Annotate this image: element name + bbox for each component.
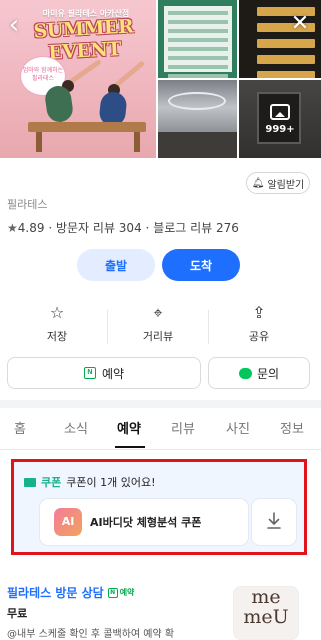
coupon-download-button[interactable] bbox=[252, 499, 296, 545]
photo-gallery[interactable]: 마미유 필라테스 아카산점 SUMMER EVENT 엄마와 함께하는 필라테스… bbox=[0, 0, 321, 158]
price-sheet bbox=[164, 6, 232, 78]
coupon-name: AI바디닷 체형분석 쿠폰 bbox=[90, 516, 202, 529]
back-chevron-icon[interactable]: ‹ bbox=[2, 12, 26, 38]
download-icon bbox=[267, 512, 281, 529]
gallery-photo-lobby[interactable] bbox=[158, 80, 237, 158]
rating-value: 4.89 bbox=[17, 221, 45, 235]
tab-bar: 홈 소식 예약 리뷰 사진 정보 bbox=[0, 410, 321, 450]
naver-reserve-icon: N bbox=[107, 587, 118, 598]
action-divider bbox=[107, 310, 108, 344]
coupon-card[interactable]: AI AI바디닷 체형분석 쿠폰 bbox=[40, 499, 248, 545]
reserve-button[interactable]: N 예약 bbox=[7, 357, 201, 389]
share-icon: ⇪ bbox=[252, 303, 266, 322]
reformer-legs bbox=[36, 132, 140, 152]
coupon-icon bbox=[24, 477, 36, 487]
product-thumbnail[interactable]: me meU bbox=[233, 586, 299, 640]
star-outline-icon: ☆ bbox=[49, 303, 65, 322]
bell-icon: 🔔︎ bbox=[251, 177, 265, 189]
share-label: 공유 bbox=[248, 330, 270, 343]
reserve-badge-label: 예약 bbox=[119, 588, 135, 597]
share-button[interactable]: ⇪ 공유 bbox=[209, 302, 309, 350]
brand-logo-line2: meU bbox=[243, 606, 289, 628]
route-start-button[interactable]: 출발 bbox=[77, 249, 155, 281]
brand-logo-line1: me bbox=[251, 586, 281, 608]
route-arrive-button[interactable]: 도착 bbox=[162, 249, 240, 281]
inquiry-button[interactable]: 문의 bbox=[208, 357, 310, 389]
place-category: 필라테스 bbox=[7, 198, 48, 211]
street-view-button[interactable]: ⌖ 거리뷰 bbox=[108, 302, 208, 350]
ai-body-logo: AI bbox=[54, 508, 82, 536]
inquiry-label: 문의 bbox=[256, 366, 280, 381]
notify-button[interactable]: 🔔︎ 알림받기 bbox=[246, 172, 310, 194]
notify-label: 알림받기 bbox=[267, 179, 305, 191]
action-divider bbox=[208, 310, 209, 344]
product-price: 무료 bbox=[7, 607, 28, 620]
coupon-headline: 쿠폰이 1개 있어요! bbox=[66, 476, 156, 489]
section-divider bbox=[0, 400, 321, 408]
stats-separator: · bbox=[145, 221, 150, 235]
floor bbox=[158, 132, 237, 158]
tab-info[interactable]: 정보 bbox=[280, 418, 304, 437]
reformer-bed bbox=[28, 122, 146, 132]
street-view-label: 거리뷰 bbox=[142, 330, 174, 343]
save-label: 저장 bbox=[46, 330, 68, 343]
active-tab-indicator bbox=[115, 446, 145, 448]
naver-reserve-icon: N bbox=[83, 367, 96, 379]
stats-separator: · bbox=[48, 221, 53, 235]
blog-reviews-link[interactable]: 블로그 리뷰 276 bbox=[153, 221, 239, 235]
visitor-reviews-link[interactable]: 방문자 리뷰 304 bbox=[56, 221, 142, 235]
star-icon: ★ bbox=[7, 221, 18, 235]
action-row: ☆ 저장 ⌖ 거리뷰 ⇪ 공유 bbox=[0, 302, 321, 352]
tab-home[interactable]: 홈 bbox=[14, 418, 26, 437]
ceiling-light bbox=[168, 92, 226, 110]
reserve-label: 예약 bbox=[101, 366, 125, 381]
place-stats: ★4.89 · 방문자 리뷰 304 · 블로그 리뷰 276 bbox=[7, 219, 239, 236]
product-title: 필라테스 방문 상담 bbox=[7, 586, 104, 600]
product-description: @내부 스케줄 확인 후 콜백하여 예약 확 bbox=[7, 629, 175, 640]
tab-photos[interactable]: 사진 bbox=[226, 418, 250, 437]
product-item[interactable]: 필라테스 방문 상담 N 예약 bbox=[7, 584, 134, 601]
coupon-header: 쿠폰 쿠폰이 1개 있어요! bbox=[24, 474, 156, 490]
gallery-photo-price-sheet[interactable] bbox=[158, 0, 237, 78]
coupon-section: 쿠폰 쿠폰이 1개 있어요! AI AI바디닷 체형분석 쿠폰 bbox=[11, 459, 307, 555]
map-pin-icon: ⌖ bbox=[153, 303, 163, 322]
close-icon[interactable]: ✕ bbox=[288, 12, 312, 36]
reserve-badge: N 예약 bbox=[107, 587, 135, 598]
tab-reviews[interactable]: 리뷰 bbox=[171, 418, 195, 437]
photo-icon bbox=[270, 104, 290, 120]
chat-icon bbox=[238, 367, 252, 379]
tab-news[interactable]: 소식 bbox=[64, 418, 88, 437]
coupon-tag: 쿠폰 bbox=[41, 476, 62, 489]
tab-reservation[interactable]: 예약 bbox=[117, 418, 141, 437]
photo-more-count: 999+ bbox=[265, 124, 295, 135]
save-button[interactable]: ☆ 저장 bbox=[7, 302, 107, 350]
